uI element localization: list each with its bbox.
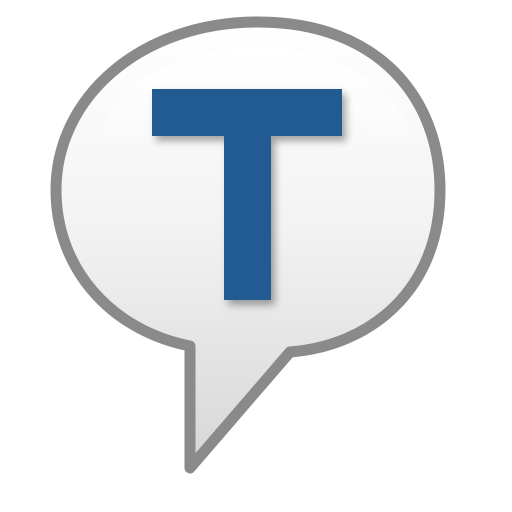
app-icon[interactable]: T <box>0 0 512 512</box>
speech-bubble-t-icon <box>50 16 446 474</box>
